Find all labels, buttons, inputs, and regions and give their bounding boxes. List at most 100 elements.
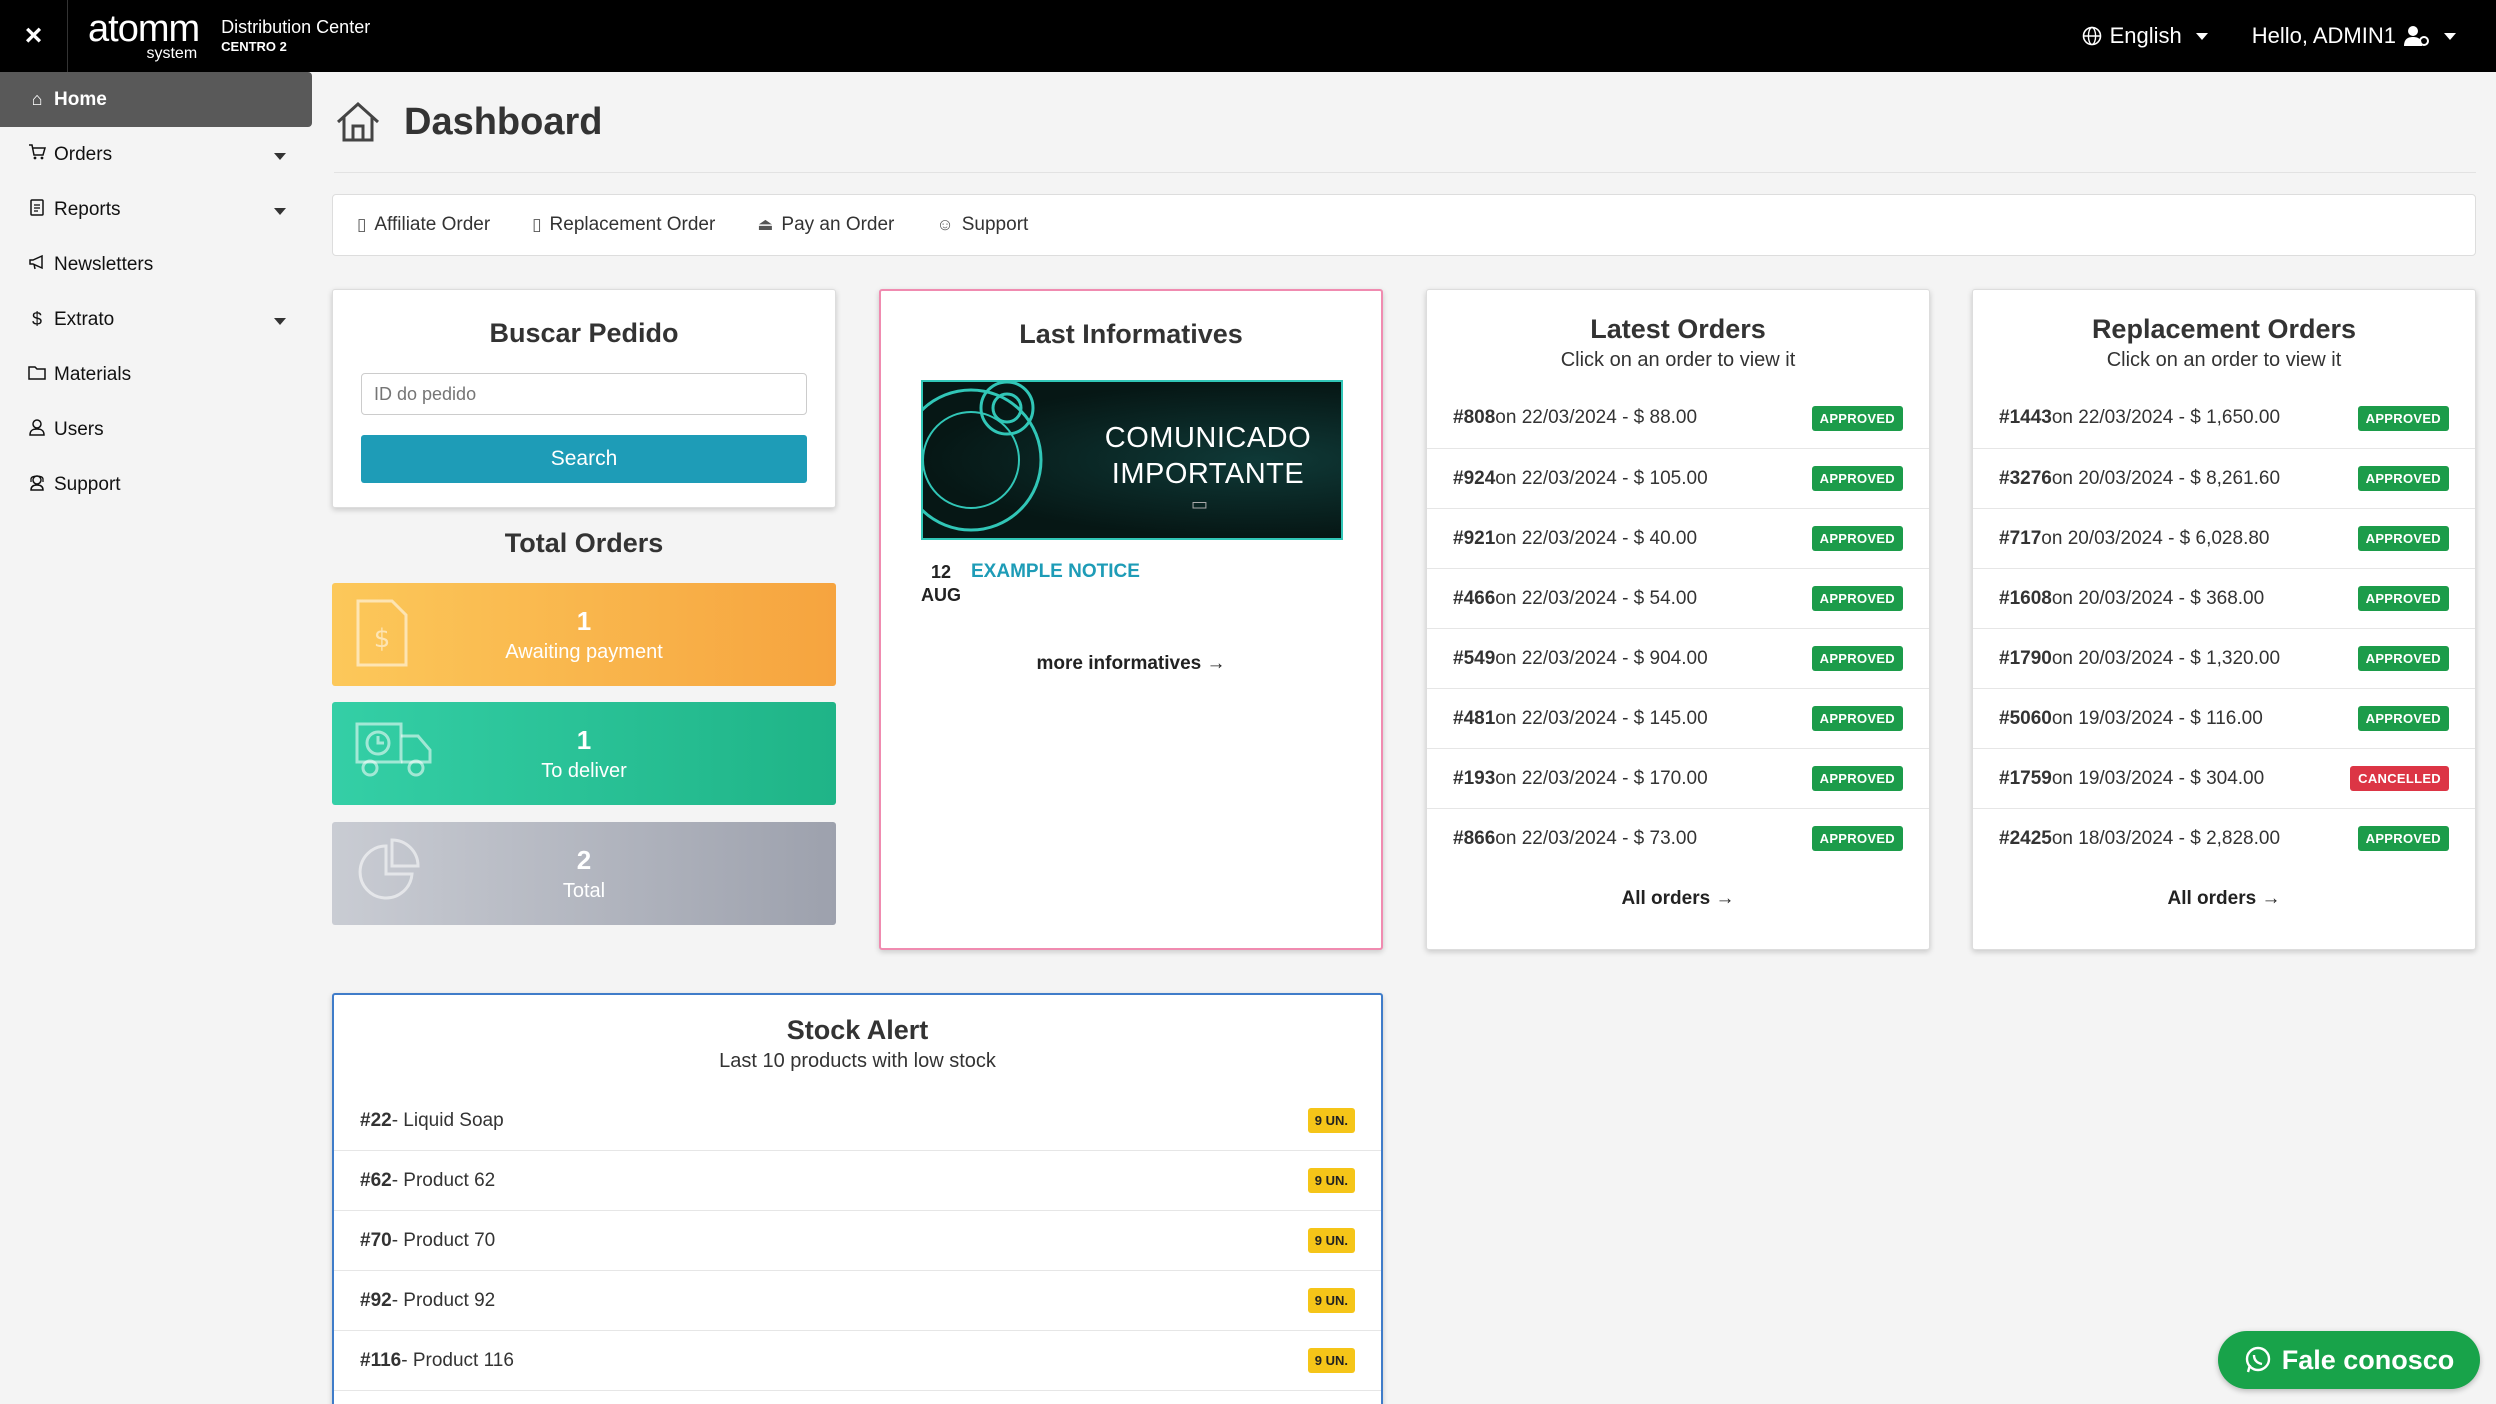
- informatives-title: Last Informatives: [1019, 319, 1243, 349]
- order-row[interactable]: #1443 on 22/03/2024 - $ 1,650.00 APPROVED: [1973, 388, 2475, 448]
- order-details: on 19/03/2024 - $ 304.00: [2051, 767, 2265, 789]
- total-stat[interactable]: 2 Total: [332, 822, 836, 925]
- page-title: Dashboard: [404, 100, 603, 143]
- support-link[interactable]: ☺ Support: [936, 214, 1028, 236]
- sidebar-item-extrato[interactable]: $ Extrato: [0, 292, 312, 347]
- product-name: - Product 70: [391, 1229, 496, 1251]
- pie-chart-icon: [358, 838, 420, 900]
- stock-alert-title: Stock Alert: [786, 1015, 929, 1045]
- order-id: #717: [1999, 527, 2042, 549]
- notice-title[interactable]: EXAMPLE NOTICE: [971, 561, 1140, 608]
- order-id: #2425: [1999, 827, 2052, 849]
- quick-item-label: Replacement Order: [549, 214, 716, 235]
- sidebar-item-label: Extrato: [54, 308, 115, 330]
- notice-item[interactable]: 12 AUG EXAMPLE NOTICE: [921, 561, 1140, 608]
- order-details: on 22/03/2024 - $ 88.00: [1495, 407, 1698, 428]
- status-badge: CANCELLED: [2350, 766, 2449, 791]
- chat-bubble-icon: ▭: [1191, 494, 1209, 514]
- chevron-down-icon: [2195, 32, 2208, 40]
- order-row[interactable]: #1759 on 19/03/2024 - $ 304.00 CANCELLED: [1973, 748, 2475, 808]
- order-details: on 22/03/2024 - $ 54.00: [1495, 587, 1698, 609]
- order-row[interactable]: #549 on 22/03/2024 - $ 904.00 APPROVED: [1427, 628, 1929, 688]
- order-details: on 20/03/2024 - $ 6,028.80: [2041, 527, 2270, 549]
- order-row[interactable]: #1608 on 20/03/2024 - $ 368.00 APPROVED: [1973, 568, 2475, 628]
- sidebar-item-orders[interactable]: Orders: [0, 127, 312, 182]
- chevron-down-icon: [2444, 32, 2456, 40]
- cart-icon: [26, 144, 48, 165]
- status-badge: APPROVED: [1811, 586, 1903, 611]
- order-row[interactable]: #2425 on 18/03/2024 - $ 2,828.00 APPROVED: [1973, 808, 2475, 868]
- to-deliver-stat[interactable]: 1 To deliver: [332, 702, 836, 805]
- order-details: on 22/03/2024 - $ 73.00: [1495, 827, 1698, 849]
- sidebar-item-materials[interactable]: Materials: [0, 347, 312, 402]
- replacement-order-link[interactable]: ▯ Replacement Order: [532, 214, 715, 236]
- order-details: on 20/03/2024 - $ 1,320.00: [2051, 647, 2281, 669]
- affiliate-order-link[interactable]: ▯ Affiliate Order: [357, 214, 490, 236]
- folder-icon: [26, 364, 48, 385]
- user-menu[interactable]: Hello, ADMIN1: [2252, 23, 2456, 49]
- all-orders-link[interactable]: All orders →: [1427, 888, 1929, 910]
- logo[interactable]: atomm system: [88, 10, 200, 62]
- latest-orders-title: Latest Orders: [1590, 314, 1766, 344]
- stock-row[interactable]: #92 - Product 92 9 UN.: [334, 1271, 1381, 1331]
- sidebar-item-support[interactable]: Support: [0, 457, 312, 512]
- sidebar-item-reports[interactable]: Reports: [0, 182, 312, 237]
- sidebar-item-users[interactable]: Users: [0, 402, 312, 457]
- stock-qty-badge: 9 UN.: [1307, 1168, 1355, 1193]
- user-icon: [26, 418, 48, 441]
- product-name: - Liquid Soap: [391, 1109, 504, 1131]
- order-row[interactable]: #3276 on 20/03/2024 - $ 8,261.60 APPROVED: [1973, 448, 2475, 508]
- product-name: - Product 116: [401, 1349, 514, 1371]
- more-informatives-link[interactable]: more informatives →: [881, 653, 1381, 675]
- stock-row[interactable]: #70 - Product 70 9 UN.: [334, 1211, 1381, 1271]
- whatsapp-contact-button[interactable]: Fale conosco: [2218, 1331, 2480, 1389]
- order-row[interactable]: #924 on 22/03/2024 - $ 105.00 APPROVED: [1427, 448, 1929, 508]
- product-id: #62: [360, 1169, 392, 1191]
- pay-order-link[interactable]: ⏏ Pay an Order: [757, 214, 894, 236]
- order-row[interactable]: #193 on 22/03/2024 - $ 170.00 APPROVED: [1427, 748, 1929, 808]
- order-row[interactable]: #5060 on 19/03/2024 - $ 116.00 APPROVED: [1973, 688, 2475, 748]
- stock-row[interactable]: #116 - Product 116 9 UN.: [334, 1331, 1381, 1391]
- sidebar-item-label: Home: [54, 88, 107, 110]
- delivery-truck-icon: [355, 722, 432, 777]
- status-badge: APPROVED: [2357, 586, 2449, 611]
- chevron-down-icon: [274, 318, 286, 325]
- order-row[interactable]: #921 on 22/03/2024 - $ 40.00 APPROVED: [1427, 508, 1929, 568]
- order-row[interactable]: #466 on 22/03/2024 - $ 54.00 APPROVED: [1427, 568, 1929, 628]
- status-badge: APPROVED: [1811, 766, 1903, 791]
- close-menu-button[interactable]: ×: [0, 0, 68, 72]
- sidebar: ⌂ Home Orders Reports Newsletters $ Extr…: [0, 72, 312, 1404]
- sidebar-item-newsletters[interactable]: Newsletters: [0, 237, 312, 292]
- order-details: on 18/03/2024 - $ 2,828.00: [2051, 827, 2281, 849]
- order-row[interactable]: #808 on 22/03/2024 - $ 88.00 APPROVED: [1427, 388, 1929, 448]
- sidebar-item-label: Materials: [54, 363, 132, 385]
- order-id-input[interactable]: [361, 373, 807, 415]
- notice-banner-image[interactable]: COMUNICADO IMPORTANTE ▭: [921, 380, 1343, 540]
- all-replacement-orders-link[interactable]: All orders →: [1973, 888, 2475, 910]
- order-row[interactable]: #1790 on 20/03/2024 - $ 1,320.00 APPROVED: [1973, 628, 2475, 688]
- page-header: Dashboard: [334, 100, 602, 144]
- stock-alert-card: Stock Alert Last 10 products with low st…: [332, 993, 1383, 1404]
- status-badge: APPROVED: [2357, 466, 2449, 491]
- stock-qty-badge: 9 UN.: [1307, 1288, 1355, 1313]
- order-row[interactable]: #717 on 20/03/2024 - $ 6,028.80 APPROVED: [1973, 508, 2475, 568]
- clipboard-icon: ▯: [357, 215, 367, 234]
- awaiting-payment-stat[interactable]: $ 1 Awaiting payment: [332, 583, 836, 686]
- chevron-down-icon: [274, 153, 286, 160]
- stock-list: #22 - Liquid Soap 9 UN. #62 - Product 62 9…: [334, 1091, 1381, 1391]
- language-label: English: [2109, 23, 2182, 48]
- order-id: #1790: [1999, 647, 2052, 669]
- home-icon: ⌂: [31, 89, 43, 109]
- language-selector[interactable]: English: [2082, 23, 2208, 49]
- status-badge: APPROVED: [1811, 466, 1903, 491]
- search-button[interactable]: Search: [361, 435, 807, 483]
- whatsapp-icon: [2245, 1346, 2270, 1373]
- notice-date: 12 AUG: [921, 561, 961, 608]
- order-row[interactable]: #866 on 22/03/2024 - $ 73.00 APPROVED: [1427, 808, 1929, 868]
- sidebar-item-home[interactable]: ⌂ Home: [0, 72, 312, 127]
- order-row[interactable]: #481 on 22/03/2024 - $ 145.00 APPROVED: [1427, 688, 1929, 748]
- stock-row[interactable]: #62 - Product 62 9 UN.: [334, 1151, 1381, 1211]
- stock-row[interactable]: #22 - Liquid Soap 9 UN.: [334, 1091, 1381, 1151]
- contact-label: Fale conosco: [2281, 1344, 2455, 1375]
- quick-item-label: Pay an Order: [781, 214, 895, 235]
